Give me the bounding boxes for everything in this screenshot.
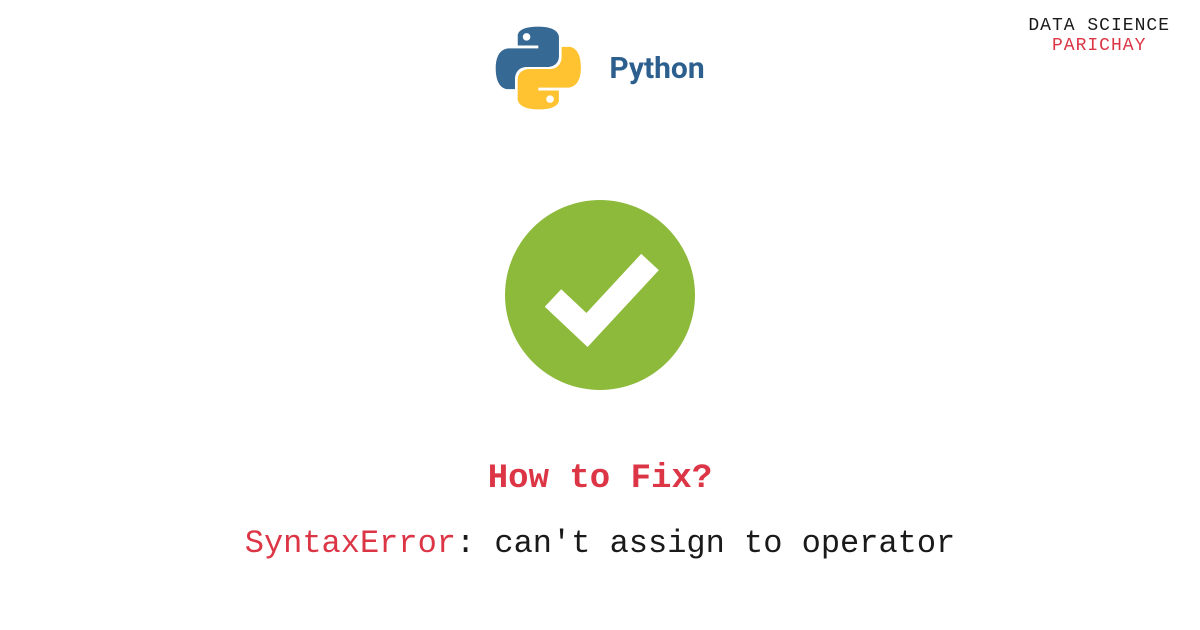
python-logo-icon	[495, 25, 581, 111]
brand-logo: DATA SCIENCE PARICHAY	[1028, 16, 1170, 56]
error-name: SyntaxError	[245, 525, 456, 562]
brand-line1: DATA SCIENCE	[1028, 16, 1170, 36]
header-section: Python	[495, 25, 704, 111]
error-message: SyntaxError: can't assign to operator	[0, 525, 1200, 562]
brand-line2: PARICHAY	[1028, 36, 1170, 56]
checkmark-icon	[505, 200, 695, 390]
heading-text: How to Fix?	[0, 460, 1200, 498]
error-detail: : can't assign to operator	[456, 525, 955, 562]
python-label: Python	[609, 51, 704, 86]
